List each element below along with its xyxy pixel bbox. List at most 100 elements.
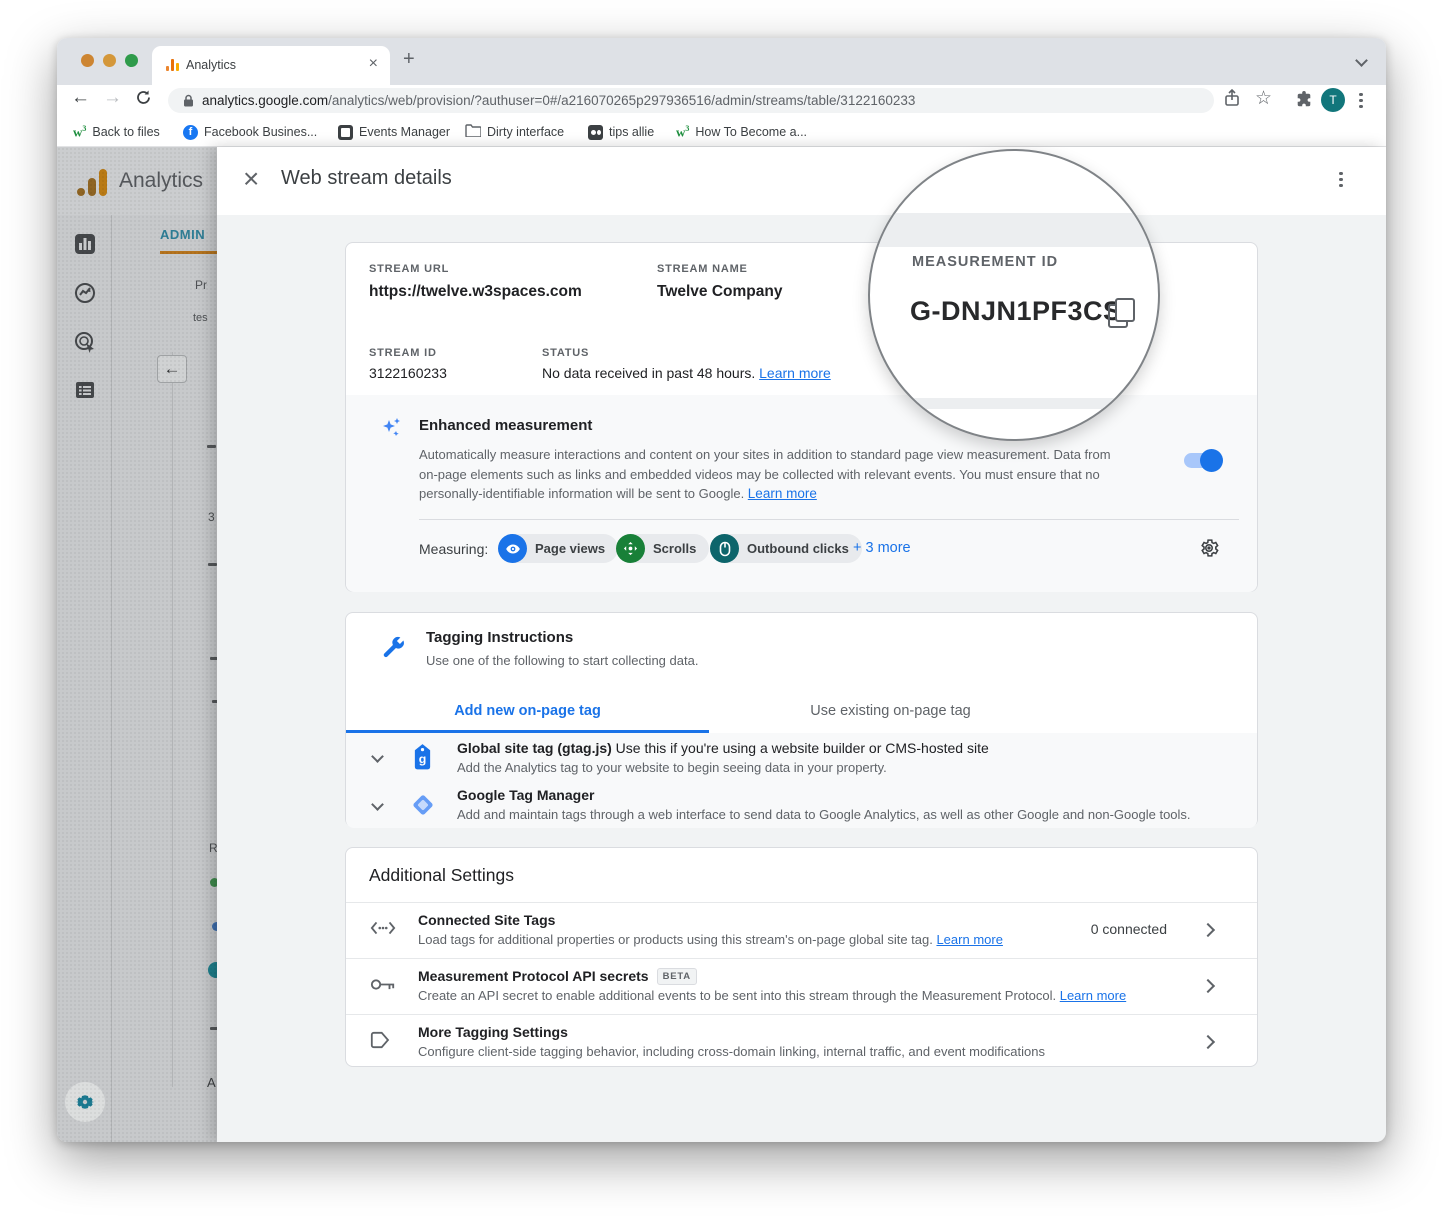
chevron-down-icon[interactable] bbox=[371, 798, 384, 811]
connected-site-tags-row[interactable]: Connected Site Tags Load tags for additi… bbox=[346, 902, 1257, 958]
bookmark-star-icon[interactable]: ☆ bbox=[1255, 87, 1272, 110]
connected-site-tags-title: Connected Site Tags bbox=[418, 912, 556, 928]
status-label: STATUS bbox=[542, 347, 590, 359]
connected-site-tags-description: Load tags for additional properties or p… bbox=[418, 932, 1003, 947]
bookmark-dirty-interface[interactable]: Dirty interface bbox=[465, 122, 564, 142]
sparkle-icon bbox=[379, 417, 405, 448]
w3-icon: w3 bbox=[676, 123, 690, 140]
traffic-light-zoom[interactable] bbox=[125, 54, 138, 67]
forward-icon: → bbox=[103, 87, 122, 108]
connected-site-tags-icon bbox=[370, 919, 396, 942]
copy-icon[interactable] bbox=[1108, 298, 1140, 330]
enhanced-learn-more-link[interactable]: Learn more bbox=[748, 486, 817, 501]
measurement-protocol-row[interactable]: Measurement Protocol API secrets BETA Cre… bbox=[346, 958, 1257, 1014]
enhanced-measurement-section: Enhanced measurement Automatically measu… bbox=[346, 395, 1257, 592]
toggle-knob bbox=[1200, 449, 1223, 472]
browser-menu-kebab-icon[interactable] bbox=[1359, 90, 1363, 111]
enhanced-measurement-toggle[interactable] bbox=[1184, 449, 1223, 472]
stream-name-label: STREAM NAME bbox=[657, 263, 748, 275]
folder-icon bbox=[465, 124, 482, 140]
mouse-icon bbox=[710, 534, 739, 563]
screenshot-stage: Analytics × + ← → analytics.google.com/a… bbox=[0, 0, 1442, 1218]
bookmark-events-manager[interactable]: Events Manager bbox=[338, 122, 450, 142]
tab-add-new-on-page-tag[interactable]: Add new on-page tag bbox=[346, 703, 709, 719]
additional-settings-title: Additional Settings bbox=[369, 865, 514, 885]
chevron-right-icon[interactable] bbox=[1200, 978, 1216, 994]
gtag-row[interactable]: g Global site tag (gtag.js) Use this if … bbox=[346, 733, 1257, 781]
chip-page-views[interactable]: Page views bbox=[498, 534, 619, 563]
lock-icon bbox=[183, 94, 194, 112]
tag-outline-icon bbox=[370, 1031, 392, 1056]
url-path: /analytics/web/provision/?authuser=0#/a2… bbox=[328, 93, 916, 108]
stream-id-value: 3122160233 bbox=[369, 365, 447, 381]
tab-close-icon[interactable]: × bbox=[369, 55, 378, 73]
status-learn-more-link[interactable]: Learn more bbox=[759, 365, 831, 381]
profile-avatar[interactable]: T bbox=[1321, 88, 1345, 112]
magnified-background-band bbox=[870, 213, 1158, 247]
stream-name-value: Twelve Company bbox=[657, 283, 783, 300]
more-chips-link[interactable]: + 3 more bbox=[853, 540, 911, 556]
stream-id-label: STREAM ID bbox=[369, 347, 437, 359]
analytics-favicon-icon bbox=[166, 58, 180, 72]
traffic-light-close[interactable] bbox=[81, 54, 94, 67]
gtm-row-title: Google Tag Manager bbox=[457, 787, 595, 803]
bookmark-tips-allie[interactable]: tips allie bbox=[588, 122, 654, 142]
chip-outbound-clicks[interactable]: Outbound clicks bbox=[710, 534, 862, 563]
measurement-protocol-title: Measurement Protocol API secrets BETA bbox=[418, 968, 697, 985]
close-icon[interactable]: × bbox=[243, 163, 259, 195]
gtag-icon: g bbox=[412, 743, 433, 775]
gtag-row-description: Add the Analytics tag to your website to… bbox=[457, 760, 887, 775]
panel-menu-kebab-icon[interactable] bbox=[1339, 169, 1343, 190]
tab-strip: Analytics × + bbox=[57, 38, 1386, 85]
bookmarks-bar: w3 Back to files f Facebook Busines... Eve… bbox=[57, 116, 1386, 147]
divider bbox=[419, 519, 1239, 520]
enhanced-measurement-description: Automatically measure interactions and c… bbox=[419, 447, 1111, 501]
eye-icon bbox=[498, 534, 527, 563]
bookmark-back-to-files[interactable]: w3 Back to files bbox=[73, 122, 160, 142]
browser-toolbar: ← → analytics.google.com/analytics/web/p… bbox=[57, 85, 1386, 116]
enhanced-settings-gear-icon[interactable] bbox=[1198, 537, 1220, 564]
new-tab-button[interactable]: + bbox=[403, 48, 415, 71]
measurement-protocol-description: Create an API secret to enable additiona… bbox=[418, 988, 1127, 1003]
chevron-down-icon[interactable] bbox=[1355, 54, 1368, 67]
more-tagging-settings-title: More Tagging Settings bbox=[418, 1024, 568, 1040]
tagging-instructions-card: Tagging Instructions Use one of the foll… bbox=[345, 612, 1258, 828]
gtm-row[interactable]: Google Tag Manager Add and maintain tags… bbox=[346, 781, 1257, 828]
url-host: analytics.google.com bbox=[202, 93, 329, 108]
chevron-right-icon[interactable] bbox=[1200, 1034, 1216, 1050]
back-icon[interactable]: ← bbox=[71, 87, 90, 109]
scrolls-icon bbox=[616, 534, 645, 563]
reload-icon[interactable] bbox=[135, 89, 152, 112]
share-icon[interactable] bbox=[1223, 88, 1241, 113]
chip-scrolls[interactable]: Scrolls bbox=[616, 534, 710, 563]
traffic-light-minimize[interactable] bbox=[103, 54, 116, 67]
stream-url-label: STREAM URL bbox=[369, 263, 450, 275]
tab-use-existing-on-page-tag[interactable]: Use existing on-page tag bbox=[709, 703, 1072, 719]
measuring-label: Measuring: bbox=[419, 541, 489, 557]
wrench-icon bbox=[380, 635, 406, 666]
tagging-options-list: g Global site tag (gtag.js) Use this if … bbox=[346, 733, 1257, 828]
measurement-id-magnifier: MEASUREMENT ID G-DNJN1PF3CS bbox=[868, 149, 1160, 441]
gtag-row-title: Global site tag (gtag.js) Use this if yo… bbox=[457, 740, 989, 756]
web-stream-details-panel: × Web stream details STREAM URL https://… bbox=[217, 147, 1386, 1142]
address-bar[interactable]: analytics.google.com/analytics/web/provi… bbox=[168, 88, 1214, 113]
chevron-down-icon[interactable] bbox=[371, 750, 384, 763]
extensions-puzzle-icon[interactable] bbox=[1295, 91, 1313, 114]
bookmark-facebook-business[interactable]: f Facebook Busines... bbox=[183, 122, 317, 142]
api-key-icon bbox=[370, 977, 396, 997]
protocol-learn-more-link[interactable]: Learn more bbox=[1060, 988, 1126, 1003]
chevron-right-icon[interactable] bbox=[1200, 922, 1216, 938]
measurement-id-value: G-DNJN1PF3CS bbox=[910, 296, 1122, 326]
more-tagging-settings-row[interactable]: More Tagging Settings Configure client-s… bbox=[346, 1014, 1257, 1068]
enhanced-measurement-title: Enhanced measurement bbox=[419, 417, 593, 434]
browser-tab-analytics[interactable]: Analytics × bbox=[152, 46, 390, 85]
connected-count: 0 connected bbox=[1090, 921, 1167, 937]
google-tag-manager-icon bbox=[410, 792, 436, 823]
connected-learn-more-link[interactable]: Learn more bbox=[936, 932, 1002, 947]
bookmark-how-to-become[interactable]: w3 How To Become a... bbox=[676, 122, 807, 142]
tagging-instructions-subtitle: Use one of the following to start collec… bbox=[426, 653, 699, 668]
events-manager-icon bbox=[338, 124, 353, 140]
analytics-app-background: Analytics ADMIN ← Pr tes 3 R A bbox=[57, 147, 1386, 1142]
status-value: No data received in past 48 hours. Learn… bbox=[542, 365, 831, 381]
tips-allie-icon bbox=[588, 124, 603, 140]
